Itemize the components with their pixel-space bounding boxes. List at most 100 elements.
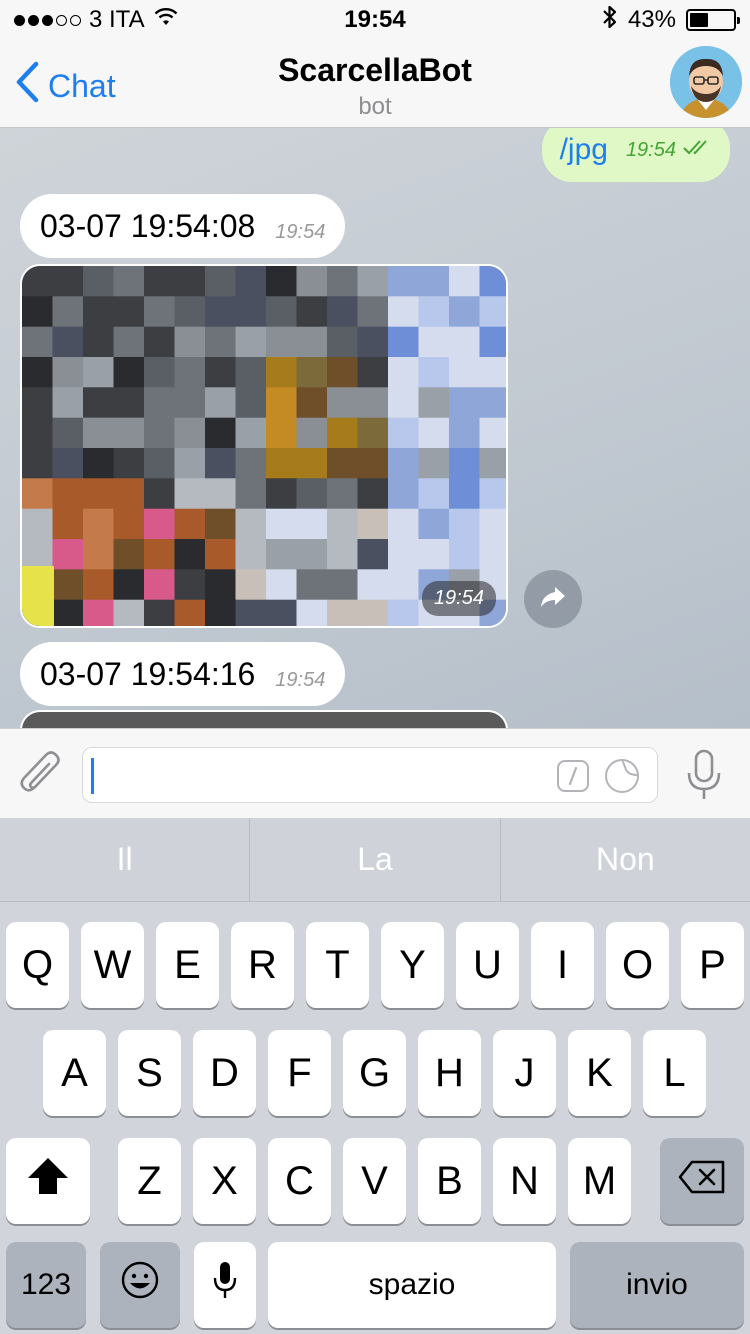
return-key[interactable]: invio bbox=[570, 1242, 744, 1328]
outgoing-message[interactable]: /jpg 19:54 bbox=[541, 128, 730, 182]
photo-pixel bbox=[266, 417, 298, 449]
photo-pixel bbox=[144, 357, 176, 388]
key[interactable]: Y bbox=[381, 922, 444, 1008]
key[interactable]: S bbox=[118, 1030, 181, 1116]
chat-history[interactable]: /jpg 19:54 03-07 19:54:08 19:54 19:54 03… bbox=[0, 128, 750, 728]
key[interactable]: T bbox=[306, 922, 369, 1008]
key[interactable]: E bbox=[156, 922, 219, 1008]
photo-pixel bbox=[357, 296, 389, 328]
incoming-message-text: 03-07 19:54:08 bbox=[40, 207, 256, 244]
key[interactable]: J bbox=[493, 1030, 556, 1116]
photo-message-partial[interactable] bbox=[20, 710, 508, 728]
key[interactable]: Z bbox=[118, 1138, 181, 1224]
photo-pixel bbox=[235, 357, 267, 388]
key[interactable]: I bbox=[531, 922, 594, 1008]
shift-icon bbox=[26, 1156, 70, 1206]
photo-pixel bbox=[144, 569, 176, 601]
bluetooth-icon bbox=[602, 4, 618, 37]
photo-pixel bbox=[327, 266, 359, 297]
photo-pixel bbox=[174, 599, 206, 626]
incoming-message-time: 19:54 bbox=[275, 668, 326, 691]
photo-pixel bbox=[357, 508, 389, 540]
photo-pixel bbox=[22, 566, 54, 626]
photo-pixel bbox=[449, 417, 481, 449]
emoji-key[interactable] bbox=[100, 1242, 180, 1328]
key[interactable]: V bbox=[343, 1138, 406, 1224]
space-key[interactable]: spazio bbox=[268, 1242, 556, 1328]
microphone-icon[interactable] bbox=[684, 747, 724, 803]
photo-pixel bbox=[113, 448, 145, 479]
photo-pixel bbox=[327, 326, 359, 358]
chat-header[interactable]: ScarcellaBot bot bbox=[0, 52, 750, 121]
share-button[interactable] bbox=[524, 570, 582, 628]
key[interactable]: H bbox=[418, 1030, 481, 1116]
photo-pixel bbox=[52, 387, 84, 419]
photo-pixel bbox=[357, 266, 389, 297]
photo-pixel bbox=[205, 326, 237, 358]
photo-pixel bbox=[388, 539, 420, 570]
key[interactable]: D bbox=[193, 1030, 256, 1116]
message-input[interactable] bbox=[82, 747, 658, 803]
photo-pixel bbox=[22, 266, 54, 297]
key[interactable]: G bbox=[343, 1030, 406, 1116]
key[interactable]: Q bbox=[6, 922, 69, 1008]
key[interactable]: O bbox=[606, 922, 669, 1008]
photo-pixel bbox=[296, 569, 328, 601]
suggestion-item[interactable]: La bbox=[250, 818, 501, 901]
photo-pixel bbox=[296, 387, 328, 419]
suggestion-item[interactable]: Il bbox=[0, 818, 251, 901]
key[interactable]: B bbox=[418, 1138, 481, 1224]
paperclip-icon[interactable] bbox=[16, 747, 66, 801]
key[interactable]: R bbox=[231, 922, 294, 1008]
photo-pixel bbox=[449, 387, 481, 419]
backspace-key[interactable] bbox=[660, 1138, 744, 1224]
key[interactable]: F bbox=[268, 1030, 331, 1116]
key[interactable]: K bbox=[568, 1030, 631, 1116]
key[interactable]: P bbox=[681, 922, 744, 1008]
battery-icon bbox=[686, 9, 740, 31]
photo-pixel bbox=[235, 326, 267, 358]
photo-pixel bbox=[52, 508, 84, 540]
photo-pixel bbox=[174, 539, 206, 570]
key[interactable]: M bbox=[568, 1138, 631, 1224]
key[interactable]: X bbox=[193, 1138, 256, 1224]
photo-pixel bbox=[479, 417, 506, 449]
photo-pixel bbox=[83, 599, 115, 626]
keyboard: Il La Non Q W E R T Y U I O P A S D F G … bbox=[0, 818, 750, 1334]
photo-pixel bbox=[235, 387, 267, 419]
photo-pixel bbox=[357, 599, 389, 626]
photo-pixel bbox=[296, 508, 328, 540]
battery-fill bbox=[690, 13, 709, 27]
key[interactable]: C bbox=[268, 1138, 331, 1224]
key[interactable]: A bbox=[43, 1030, 106, 1116]
photo-pixel bbox=[83, 266, 115, 297]
photo-pixel bbox=[327, 599, 359, 626]
photo-pixel bbox=[388, 326, 420, 358]
sticker-icon[interactable] bbox=[605, 759, 639, 793]
shift-key[interactable] bbox=[6, 1138, 90, 1224]
photo-pixel bbox=[266, 599, 298, 626]
command-icon[interactable] bbox=[557, 760, 589, 792]
key[interactable]: N bbox=[493, 1138, 556, 1224]
photo-pixel bbox=[174, 508, 206, 540]
photo-pixel bbox=[327, 539, 359, 570]
key[interactable]: L bbox=[643, 1030, 706, 1116]
dictation-key[interactable] bbox=[194, 1242, 256, 1328]
photo-pixel bbox=[418, 478, 450, 510]
bot-avatar[interactable] bbox=[670, 46, 742, 118]
photo-pixel bbox=[113, 539, 145, 570]
photo-pixel bbox=[266, 357, 298, 388]
photo-pixel bbox=[83, 569, 115, 601]
key[interactable]: U bbox=[456, 922, 519, 1008]
photo-message[interactable]: 19:54 bbox=[20, 264, 508, 628]
incoming-message[interactable]: 03-07 19:54:16 19:54 bbox=[20, 642, 346, 706]
key[interactable]: W bbox=[81, 922, 144, 1008]
incoming-message[interactable]: 03-07 19:54:08 19:54 bbox=[20, 194, 346, 258]
photo-pixel bbox=[83, 539, 115, 570]
keyboard-row-2: A S D F G H J K L bbox=[0, 1030, 750, 1116]
suggestion-item[interactable]: Non bbox=[501, 818, 750, 901]
photo-pixel bbox=[296, 448, 328, 479]
numbers-key[interactable]: 123 bbox=[6, 1242, 86, 1328]
photo-pixel bbox=[205, 569, 237, 601]
photo-pixel bbox=[235, 539, 267, 570]
